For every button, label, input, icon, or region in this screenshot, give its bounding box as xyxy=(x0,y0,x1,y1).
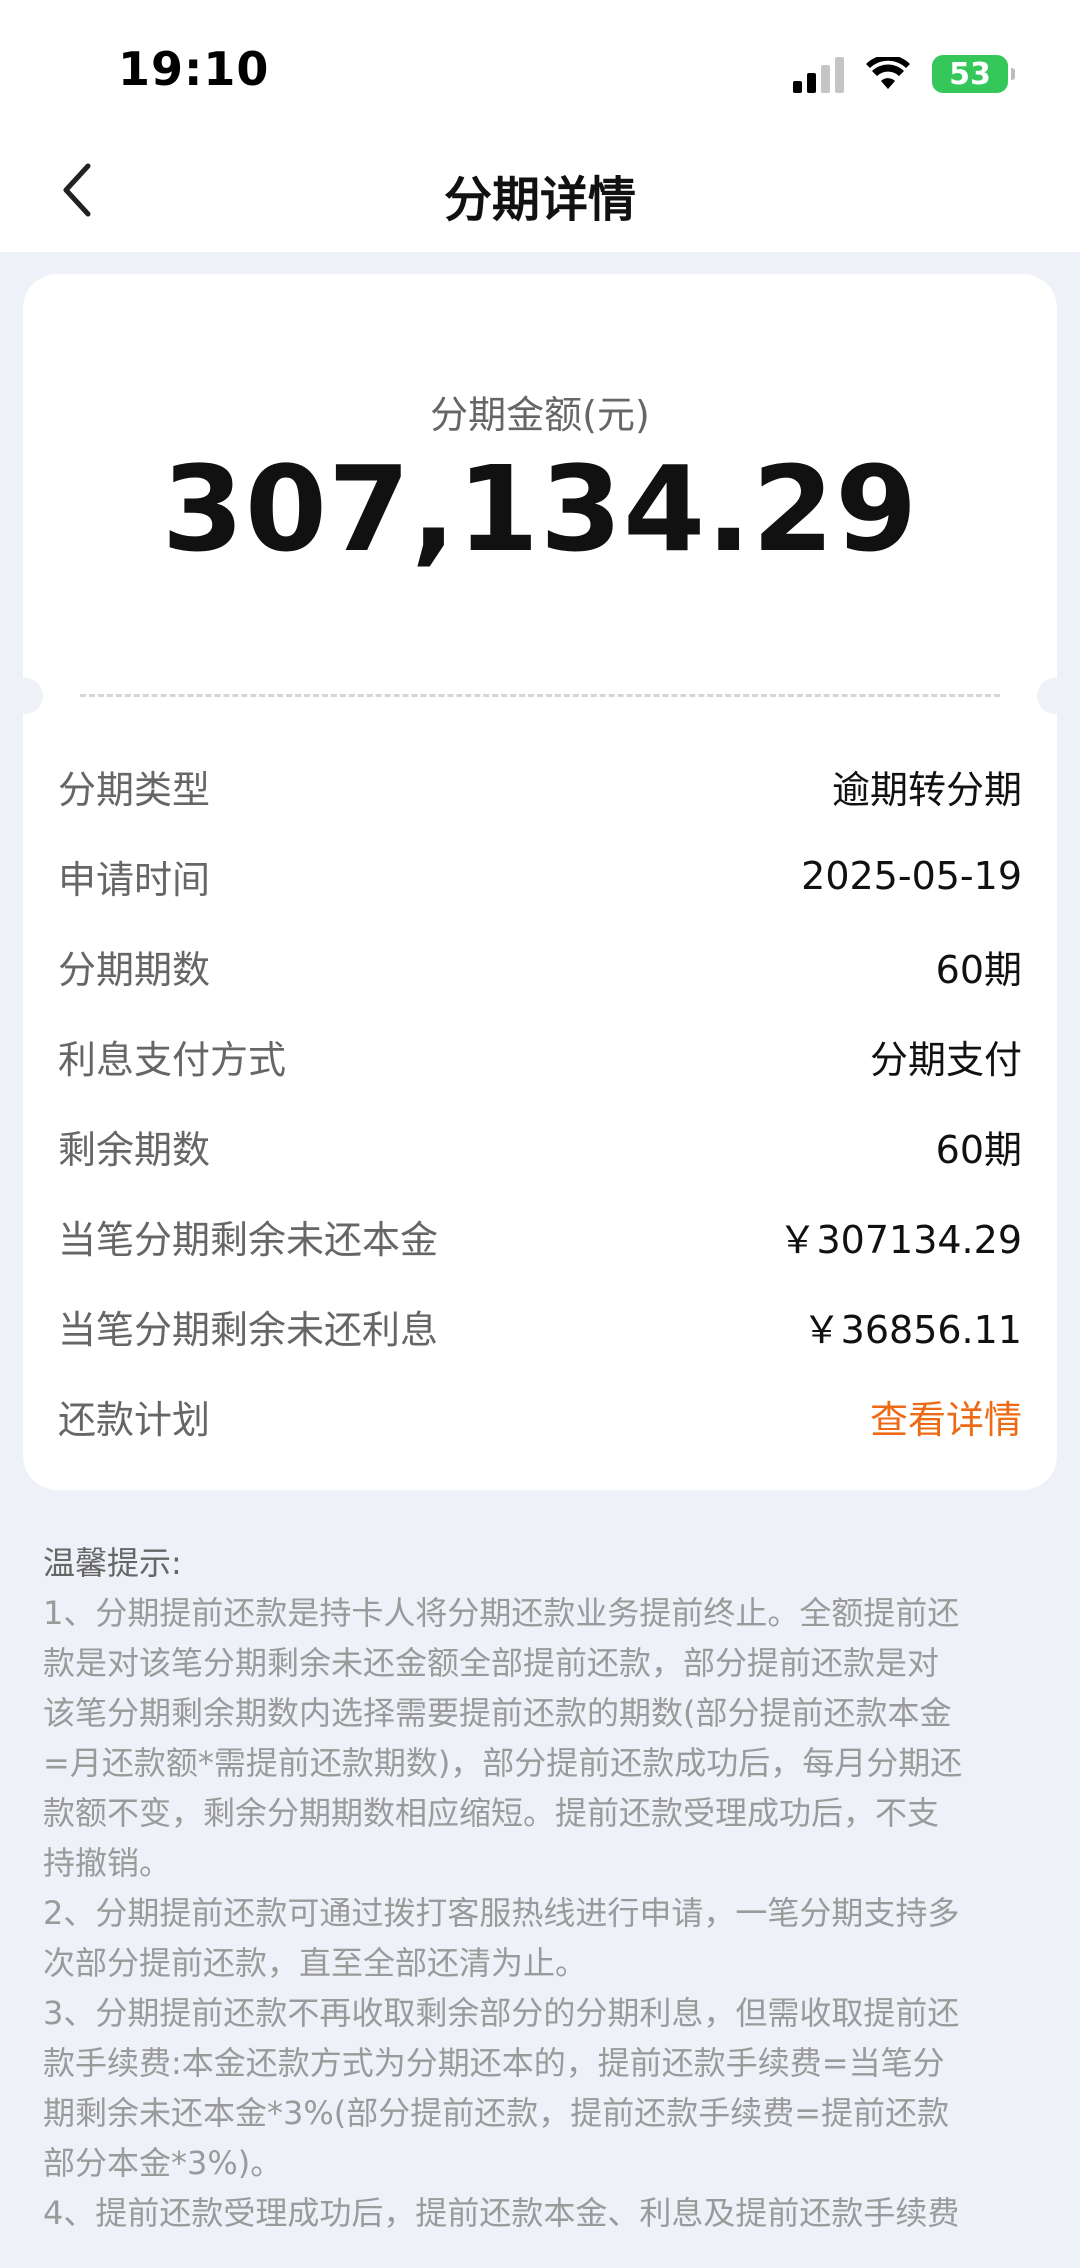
detail-label: 分期类型 xyxy=(58,767,211,812)
card-notch-right xyxy=(1037,678,1073,714)
status-icons: 53 xyxy=(793,52,1015,96)
amount-value: 307,134.29 xyxy=(161,440,919,578)
detail-label: 当笔分期剩余未还利息 xyxy=(58,1307,439,1352)
notice-line: 期剩余未还本金*3%(部分提前还款，提前还款手续费=提前还款 xyxy=(43,2094,950,2132)
notice-line: 1、分期提前还款是持卡人将分期还款业务提前终止。全额提前还 xyxy=(43,1594,960,1632)
dashed-divider xyxy=(80,694,1000,697)
detail-label: 申请时间 xyxy=(58,857,211,902)
amount-label: 分期金额(元) xyxy=(430,393,650,437)
notice-line: 款是对该笔分期剩余未还金额全部提前还款，部分提前还款是对 xyxy=(43,1644,940,1682)
status-time: 19:10 xyxy=(118,42,270,96)
detail-value: 60期 xyxy=(935,947,1022,992)
notice-line: 3、分期提前还款不再收取剩余部分的分期利息，但需收取提前还 xyxy=(43,1994,960,2032)
detail-value: 2025-05-19 xyxy=(801,854,1022,898)
notice-line: 持撤销。 xyxy=(43,1844,172,1882)
notice-line: 款手续费:本金还款方式为分期还本的，提前还款手续费=当笔分 xyxy=(43,2044,945,2082)
wifi-icon xyxy=(866,57,910,89)
detail-row-periods: 分期期数 60期 xyxy=(58,936,1022,996)
detail-row-type: 分期类型 逾期转分期 xyxy=(58,756,1022,816)
detail-value: ￥36856.11 xyxy=(802,1307,1022,1352)
detail-label: 剩余期数 xyxy=(58,1127,211,1172)
notice-line: 部分本金*3%)。 xyxy=(43,2144,283,2182)
detail-value: 逾期转分期 xyxy=(831,767,1022,812)
battery-level: 53 xyxy=(949,56,991,92)
view-details-link[interactable]: 查看详情 xyxy=(870,1389,1022,1444)
cellular-signal-icon xyxy=(793,55,844,93)
notice-line: =月还款额*需提前还款期数)，部分提前还款成功后，每月分期还 xyxy=(43,1744,963,1782)
notice-line: 次部分提前还款，直至全部还清为止。 xyxy=(43,1944,588,1982)
notice-title: 温馨提示: xyxy=(43,1544,182,1582)
notice-line: 4、提前还款受理成功后，提前还款本金、利息及提前还款手续费 xyxy=(43,2194,960,2232)
detail-label: 还款计划 xyxy=(58,1397,211,1442)
card-notch-left xyxy=(7,678,43,714)
detail-row-repayment-plan[interactable]: 还款计划 查看详情 xyxy=(58,1386,1022,1446)
battery-icon: 53 xyxy=(932,55,1015,93)
detail-value: ￥307134.29 xyxy=(778,1217,1023,1262)
detail-row-apply-date: 申请时间 2025-05-19 xyxy=(58,846,1022,906)
detail-row-remaining-principal: 当笔分期剩余未还本金 ￥307134.29 xyxy=(58,1206,1022,1266)
detail-row-remaining-interest: 当笔分期剩余未还利息 ￥36856.11 xyxy=(58,1296,1022,1356)
notice-line: 款额不变，剩余分期期数相应缩短。提前还款受理成功后，不支 xyxy=(43,1794,940,1832)
notice-line: 该笔分期剩余期数内选择需要提前还款的期数(部分提前还款本金 xyxy=(43,1694,952,1732)
detail-label: 当笔分期剩余未还本金 xyxy=(58,1217,439,1262)
notice-section: 温馨提示: 1、分期提前还款是持卡人将分期还款业务提前终止。全额提前还 款是对该… xyxy=(43,1538,1039,2238)
detail-row-remaining-periods: 剩余期数 60期 xyxy=(58,1116,1022,1176)
notice-line: 2、分期提前还款可通过拨打客服热线进行申请，一笔分期支持多 xyxy=(43,1894,960,1932)
detail-label: 利息支付方式 xyxy=(58,1037,287,1082)
detail-value: 分期支付 xyxy=(869,1037,1022,1082)
detail-label: 分期期数 xyxy=(58,947,211,992)
detail-value: 60期 xyxy=(935,1127,1022,1172)
page-title: 分期详情 xyxy=(443,172,636,228)
top-bar: 19:10 53 分期详情 xyxy=(0,0,1080,252)
detail-row-interest-method: 利息支付方式 分期支付 xyxy=(58,1026,1022,1086)
